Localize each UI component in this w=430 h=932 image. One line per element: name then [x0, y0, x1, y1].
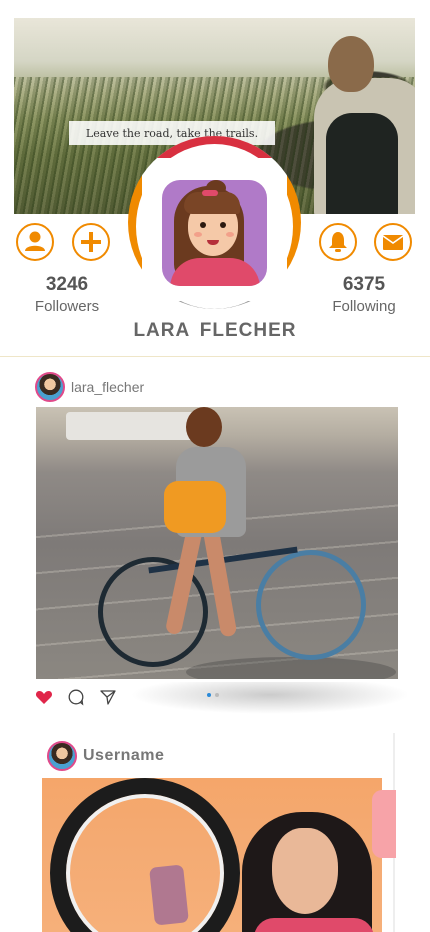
heart-icon[interactable]	[35, 688, 53, 706]
photo-phone	[149, 864, 189, 926]
photo-person-face	[272, 828, 338, 914]
section-divider	[0, 356, 430, 357]
cover-hiker-head	[328, 36, 374, 92]
carousel-dot[interactable]	[207, 693, 211, 697]
mail-icon	[382, 235, 404, 250]
profile-avatar[interactable]	[162, 180, 267, 286]
photo-rider-shorts	[164, 481, 226, 533]
post-author-avatar[interactable]	[47, 741, 77, 771]
photo-bike-shadow	[186, 657, 396, 679]
following-count: 6375	[342, 274, 386, 295]
avatar-hair-bow	[202, 190, 218, 196]
photo-bike-front-wheel	[256, 550, 366, 660]
cover-backpack	[326, 113, 398, 214]
notification-bell-icon	[329, 232, 347, 252]
avatar-shirt	[170, 258, 260, 286]
comment-icon[interactable]	[67, 688, 85, 706]
post-author-avatar[interactable]	[35, 372, 65, 402]
profile-name: LARA FLECHER	[133, 320, 297, 341]
carousel-indicator	[207, 693, 219, 697]
avatar-cheek-left	[194, 232, 202, 237]
post-header[interactable]: Username	[47, 741, 164, 771]
avatar-cheek-right	[226, 232, 234, 237]
profile-button[interactable]	[16, 223, 54, 261]
photo-rider-head	[186, 407, 222, 447]
add-icon	[81, 232, 101, 252]
next-card-peek[interactable]	[372, 790, 396, 858]
post-image[interactable]	[42, 778, 382, 932]
followers-count: 3246	[45, 274, 89, 295]
following-stat[interactable]: 6375 Following	[319, 274, 409, 315]
photo-parked-cars	[66, 412, 196, 440]
photo-ring-light	[50, 778, 240, 932]
post-username[interactable]: lara_flecher	[71, 379, 144, 395]
followers-label: Followers	[34, 298, 100, 315]
add-friend-button[interactable]	[72, 223, 110, 261]
followers-stat[interactable]: 3246 Followers	[22, 274, 112, 315]
notifications-button[interactable]	[319, 223, 357, 261]
post-header[interactable]: lara_flecher	[35, 372, 144, 402]
photo-person-shirt	[254, 918, 374, 932]
post-username[interactable]: Username	[83, 747, 164, 765]
profile-icon	[25, 231, 45, 251]
shadow-overflow	[130, 682, 410, 714]
carousel-dot[interactable]	[215, 693, 219, 697]
post-image[interactable]	[36, 407, 398, 679]
share-icon[interactable]	[99, 688, 117, 706]
avatar-eye-left	[200, 222, 206, 228]
post-actions	[35, 688, 117, 706]
avatar-eye-right	[220, 222, 226, 228]
message-button[interactable]	[374, 223, 412, 261]
following-label: Following	[332, 298, 396, 315]
